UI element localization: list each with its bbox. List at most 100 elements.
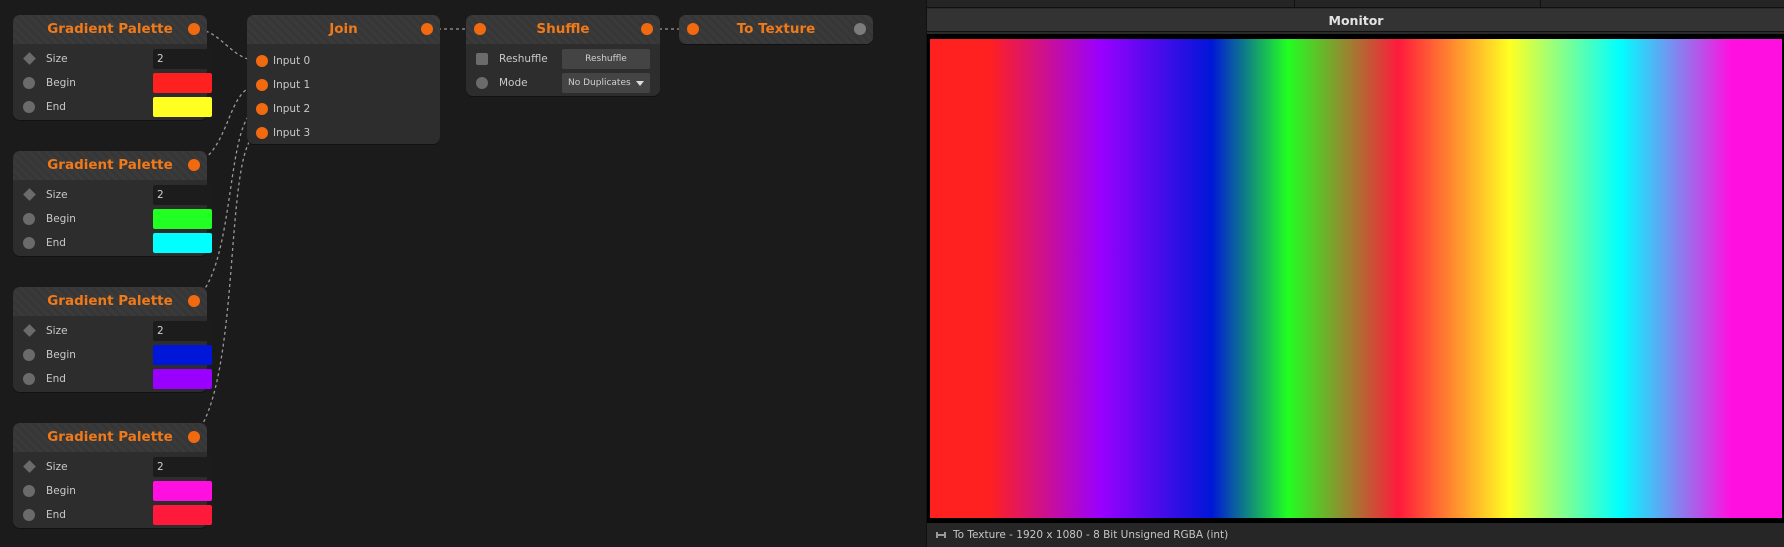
begin-label: Begin <box>46 213 76 225</box>
size-label: Size <box>46 189 68 201</box>
gradient-palette-node[interactable]: Gradient Palette Size 2 Begin End <box>13 15 212 120</box>
node-title: Join <box>329 21 358 37</box>
input-label: Input 2 <box>273 103 311 115</box>
begin-color-swatch[interactable] <box>153 73 212 93</box>
node-header[interactable]: Gradient Palette <box>13 151 207 180</box>
port-dot-icon[interactable] <box>23 237 35 249</box>
mode-select[interactable]: No Duplicates <box>562 73 650 93</box>
divider <box>1294 0 1295 8</box>
end-row: End <box>13 95 212 119</box>
to-texture-node[interactable]: To Texture <box>679 15 873 44</box>
node-header[interactable]: Gradient Palette <box>13 15 207 44</box>
port-dot-icon[interactable] <box>23 485 35 497</box>
input-label: Input 1 <box>273 79 311 91</box>
end-label: End <box>46 101 66 113</box>
monitor-panel: Monitor To Texture - 1920 x 1080 - 8 Bit… <box>926 0 1784 547</box>
diamond-icon <box>23 52 36 65</box>
join-input-row: Input 3 <box>247 121 440 145</box>
port-dot-icon[interactable] <box>23 101 35 113</box>
port-dot-icon[interactable] <box>476 77 488 89</box>
begin-row: Begin <box>13 207 212 231</box>
begin-color-swatch[interactable] <box>153 481 212 501</box>
input-label: Input 0 <box>273 55 311 67</box>
mode-value: No Duplicates <box>568 78 631 88</box>
output-port[interactable] <box>641 23 653 35</box>
join-node[interactable]: Join Input 0 Input 1 Input 2 Input 3 <box>247 15 440 144</box>
diamond-icon <box>23 324 36 337</box>
begin-color-swatch[interactable] <box>153 209 212 229</box>
output-port[interactable] <box>188 295 200 307</box>
output-port[interactable] <box>421 23 433 35</box>
input-port[interactable] <box>256 55 268 67</box>
monitor-viewport[interactable] <box>927 34 1784 523</box>
end-color-swatch[interactable] <box>153 97 212 117</box>
begin-label: Begin <box>46 77 76 89</box>
gradient-palette-node[interactable]: Gradient Palette Size 2 Begin End <box>13 423 212 528</box>
node-graph-canvas[interactable]: Gradient Palette Size 2 Begin End Gradie… <box>0 0 926 547</box>
end-label: End <box>46 237 66 249</box>
output-port[interactable] <box>188 431 200 443</box>
reshuffle-label: Reshuffle <box>499 53 548 65</box>
mode-row: Mode No Duplicates <box>466 71 660 95</box>
node-title: Gradient Palette <box>47 21 173 37</box>
size-input[interactable]: 2 <box>153 457 212 477</box>
begin-color-swatch[interactable] <box>153 345 212 365</box>
monitor-header[interactable]: Monitor <box>927 9 1784 32</box>
begin-label: Begin <box>46 349 76 361</box>
size-label: Size <box>46 325 68 337</box>
end-row: End <box>13 367 212 391</box>
reshuffle-button[interactable]: Reshuffle <box>562 49 650 69</box>
gradient-palette-node[interactable]: Gradient Palette Size 2 Begin End <box>13 287 212 392</box>
join-input-row: Input 0 <box>247 49 440 73</box>
node-title: Gradient Palette <box>47 157 173 173</box>
size-row: Size 2 <box>13 455 212 479</box>
panel-top-bar <box>927 0 1784 8</box>
end-label: End <box>46 373 66 385</box>
end-color-swatch[interactable] <box>153 369 212 389</box>
input-port[interactable] <box>256 127 268 139</box>
input-port[interactable] <box>256 103 268 115</box>
size-label: Size <box>46 461 68 473</box>
size-input[interactable]: 2 <box>153 49 212 69</box>
node-title: Gradient Palette <box>47 293 173 309</box>
join-input-row: Input 1 <box>247 73 440 97</box>
port-dot-icon[interactable] <box>23 349 35 361</box>
diamond-icon <box>23 188 36 201</box>
gradient-palette-node[interactable]: Gradient Palette Size 2 Begin End <box>13 151 212 256</box>
begin-row: Begin <box>13 479 212 503</box>
reshuffle-row: Reshuffle Reshuffle <box>466 47 660 71</box>
port-dot-icon[interactable] <box>23 373 35 385</box>
status-text: To Texture - 1920 x 1080 - 8 Bit Unsigne… <box>953 529 1229 541</box>
end-color-swatch[interactable] <box>153 233 212 253</box>
texture-icon <box>936 532 946 538</box>
checkbox-icon[interactable] <box>476 53 488 65</box>
shuffle-node[interactable]: Shuffle Reshuffle Reshuffle Mode No Dupl… <box>466 15 660 96</box>
size-row: Size 2 <box>13 47 212 71</box>
node-header[interactable]: Gradient Palette <box>13 287 207 316</box>
diamond-icon <box>23 460 36 473</box>
node-title: Shuffle <box>536 21 590 37</box>
end-label: End <box>46 509 66 521</box>
size-label: Size <box>46 53 68 65</box>
end-color-swatch[interactable] <box>153 505 212 525</box>
output-port[interactable] <box>188 159 200 171</box>
node-header[interactable]: Join <box>247 15 440 44</box>
chevron-down-icon <box>636 81 644 86</box>
size-input[interactable]: 2 <box>153 185 212 205</box>
node-header[interactable]: Shuffle <box>466 15 660 44</box>
node-title: To Texture <box>736 21 816 37</box>
input-label: Input 3 <box>273 127 311 139</box>
output-port[interactable] <box>854 23 866 35</box>
port-dot-icon[interactable] <box>23 213 35 225</box>
input-port[interactable] <box>256 79 268 91</box>
node-header[interactable]: To Texture <box>679 15 873 44</box>
end-row: End <box>13 231 212 255</box>
port-dot-icon[interactable] <box>23 77 35 89</box>
port-dot-icon[interactable] <box>23 509 35 521</box>
size-row: Size 2 <box>13 319 212 343</box>
mode-label: Mode <box>499 77 528 89</box>
size-row: Size 2 <box>13 183 212 207</box>
node-header[interactable]: Gradient Palette <box>13 423 207 452</box>
size-input[interactable]: 2 <box>153 321 212 341</box>
output-port[interactable] <box>188 23 200 35</box>
